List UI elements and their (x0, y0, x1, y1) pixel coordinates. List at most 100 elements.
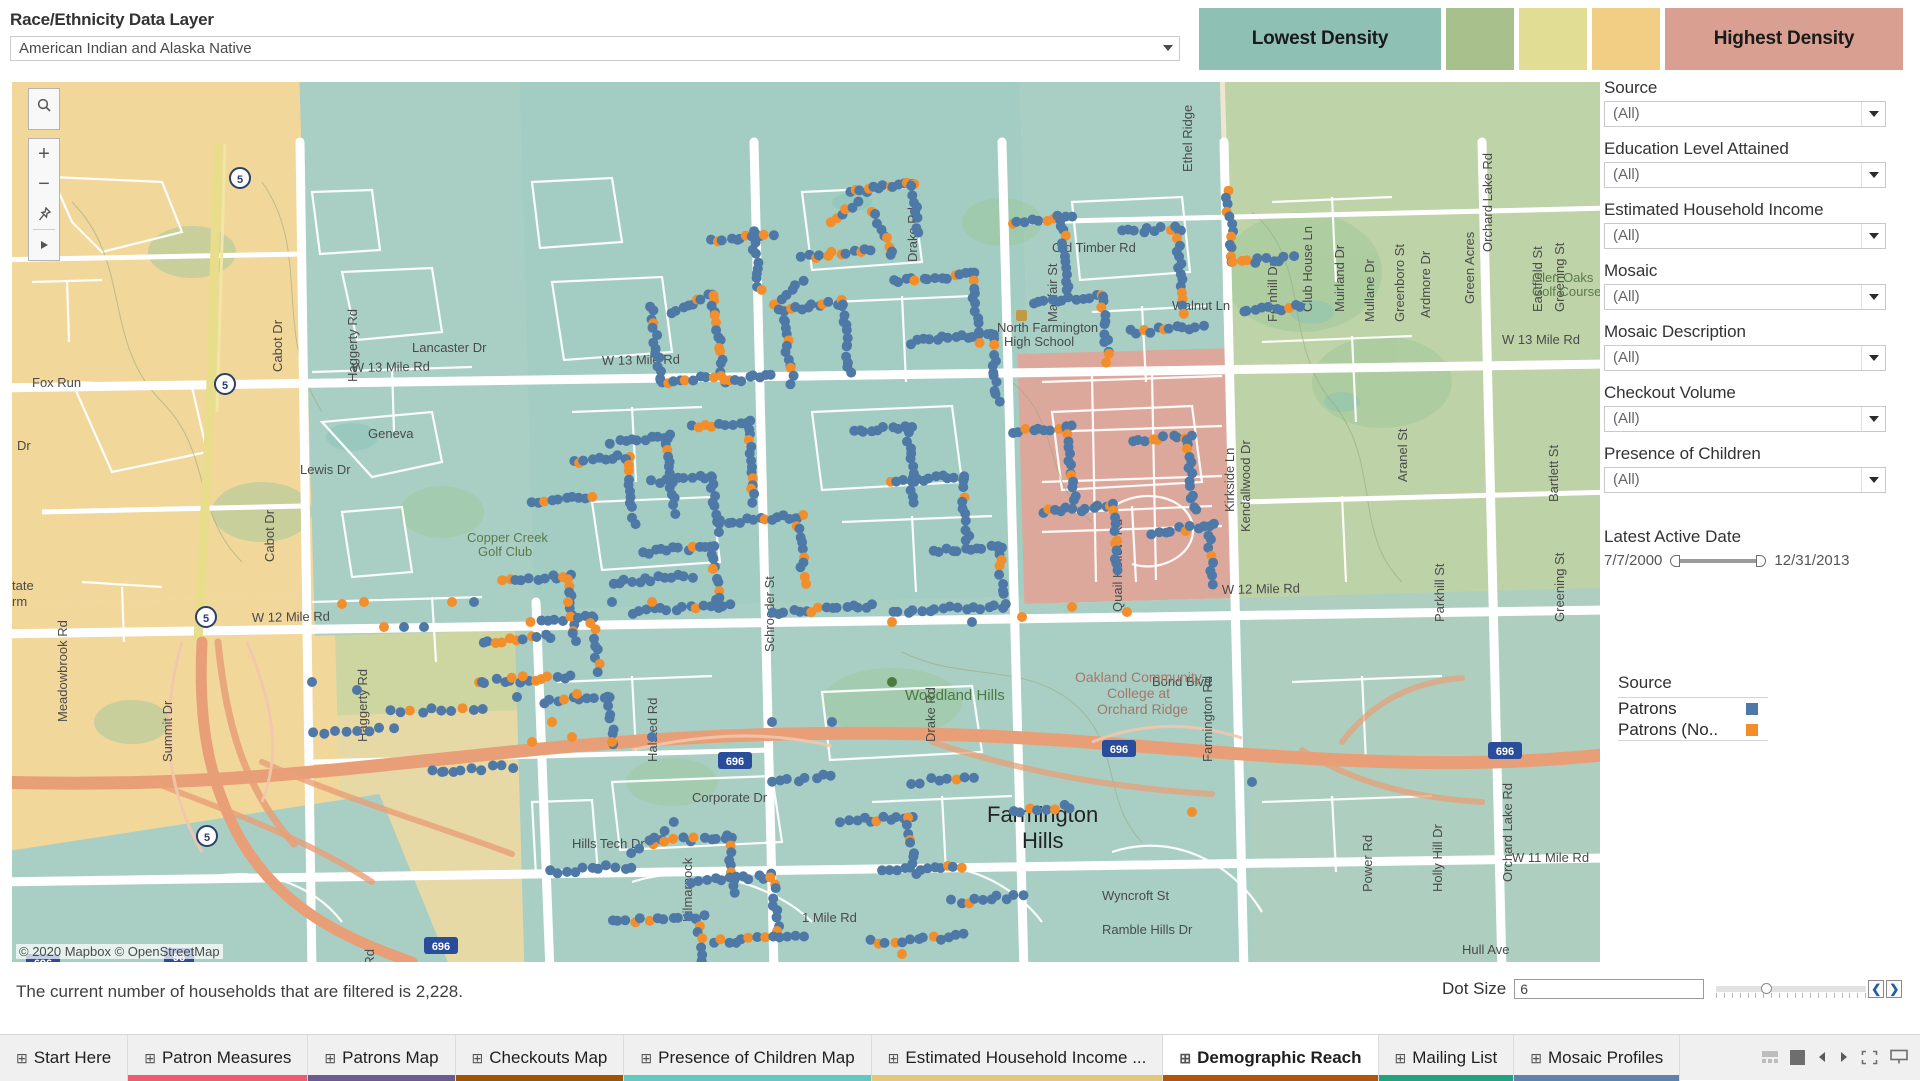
patron-dot[interactable] (426, 703, 437, 714)
patron-dot[interactable] (708, 372, 719, 383)
patron-dot[interactable] (879, 937, 890, 948)
patron-dot[interactable] (709, 541, 720, 552)
next-icon[interactable] (1839, 1051, 1849, 1063)
patron-dot[interactable] (897, 949, 907, 959)
patron-dot[interactable] (399, 622, 409, 632)
patron-dot[interactable] (710, 833, 721, 844)
patron-dot[interactable] (419, 622, 429, 632)
patron-dot[interactable] (991, 890, 1002, 901)
patron-dot[interactable] (951, 546, 962, 557)
patron-dot[interactable] (713, 527, 724, 538)
patron-dot[interactable] (707, 563, 718, 574)
patron-dot[interactable] (654, 352, 665, 363)
patron-dot[interactable] (1187, 807, 1197, 817)
dot-size-input[interactable]: 6 (1514, 979, 1705, 999)
patron-dot[interactable] (1263, 301, 1274, 312)
patron-dot[interactable] (1185, 481, 1195, 492)
patron-dot[interactable] (797, 543, 808, 554)
patron-dot[interactable] (482, 636, 493, 647)
slider-track[interactable] (1678, 558, 1759, 563)
patron-dot[interactable] (319, 728, 330, 739)
patron-dot[interactable] (743, 932, 754, 943)
patron-dot[interactable] (588, 693, 599, 704)
patron-dot[interactable] (767, 717, 777, 727)
patron-dot[interactable] (604, 438, 615, 449)
patron-dot[interactable] (1241, 305, 1252, 316)
search-icon[interactable] (28, 89, 60, 121)
zoom-in-icon[interactable]: + (28, 139, 60, 169)
patron-dot[interactable] (620, 915, 631, 926)
patron-dot[interactable] (1067, 602, 1077, 612)
patron-dot[interactable] (947, 861, 958, 872)
patron-dot[interactable] (946, 894, 956, 905)
patron-dot[interactable] (751, 273, 762, 283)
patron-dot[interactable] (672, 542, 683, 553)
patron-dot[interactable] (330, 726, 340, 736)
patron-dot[interactable] (976, 543, 987, 554)
patron-dot[interactable] (1109, 526, 1120, 536)
patron-dot[interactable] (600, 860, 611, 871)
patron-dot[interactable] (668, 817, 679, 827)
chevron-down-icon[interactable] (1861, 102, 1885, 126)
patron-dot[interactable] (948, 472, 959, 483)
tab-bar-tools[interactable] (1762, 1049, 1908, 1065)
patron-dot[interactable] (626, 501, 637, 512)
patron-dot[interactable] (978, 894, 988, 905)
patron-dot[interactable] (903, 427, 914, 438)
patron-dot[interactable] (823, 296, 834, 307)
patron-dot[interactable] (967, 617, 977, 627)
patron-dot[interactable] (563, 597, 573, 607)
patron-dot[interactable] (1079, 503, 1090, 514)
patron-dot[interactable] (715, 934, 726, 945)
chevron-down-icon[interactable] (1861, 468, 1885, 492)
patron-dot[interactable] (603, 700, 614, 711)
patron-dot[interactable] (476, 765, 487, 776)
patron-dot[interactable] (867, 599, 877, 610)
presentation-icon[interactable] (1890, 1049, 1908, 1065)
patron-dot[interactable] (988, 600, 999, 611)
filter-presence-of-children-select[interactable]: (All) (1604, 467, 1886, 493)
pin-icon[interactable] (28, 199, 60, 229)
patron-dot[interactable] (785, 379, 796, 390)
patron-dot[interactable] (604, 713, 615, 724)
patron-dot[interactable] (647, 597, 657, 607)
patron-dot[interactable] (572, 689, 582, 699)
patron-dot[interactable] (668, 833, 679, 844)
patron-dot[interactable] (626, 862, 637, 873)
patron-dot[interactable] (778, 607, 789, 618)
patron-dot[interactable] (892, 606, 903, 617)
patron-dot[interactable] (1178, 308, 1189, 319)
patron-dot[interactable] (1295, 301, 1305, 312)
patron-dot[interactable] (837, 301, 848, 312)
patron-dot[interactable] (853, 196, 864, 207)
patron-dot[interactable] (668, 499, 679, 510)
dot-size-slider[interactable] (1716, 979, 1867, 999)
patron-dot[interactable] (1064, 803, 1075, 814)
chevron-down-icon[interactable] (1861, 346, 1885, 370)
patron-dot[interactable] (1204, 521, 1215, 532)
tab-patrons-map[interactable]: ⊞ Patrons Map (308, 1035, 456, 1081)
patron-dot[interactable] (1099, 319, 1110, 330)
patron-dot[interactable] (825, 770, 836, 781)
patron-dot[interactable] (1164, 526, 1175, 537)
patron-dot[interactable] (1226, 242, 1237, 253)
patron-dot[interactable] (547, 717, 557, 727)
slider-handle-end[interactable] (1756, 554, 1767, 567)
patron-dot[interactable] (994, 569, 1005, 580)
square-icon[interactable] (1790, 1049, 1805, 1065)
patron-dot[interactable] (607, 737, 617, 747)
patron-dot[interactable] (527, 737, 537, 747)
patron-dot[interactable] (517, 671, 528, 682)
patron-dot[interactable] (924, 334, 935, 345)
patron-dot[interactable] (975, 604, 986, 615)
expand-arrow-icon[interactable] (28, 230, 60, 260)
patron-dot[interactable] (958, 482, 969, 493)
filter-mosaic-description-select[interactable]: (All) (1604, 345, 1886, 371)
patron-dot[interactable] (1163, 323, 1174, 334)
patron-dot[interactable] (994, 396, 1005, 407)
patron-dot[interactable] (1155, 222, 1166, 232)
grid-icon[interactable] (1762, 1050, 1778, 1064)
patron-dot[interactable] (1289, 251, 1300, 262)
patron-dot[interactable] (577, 862, 588, 873)
patron-dot[interactable] (906, 180, 917, 191)
